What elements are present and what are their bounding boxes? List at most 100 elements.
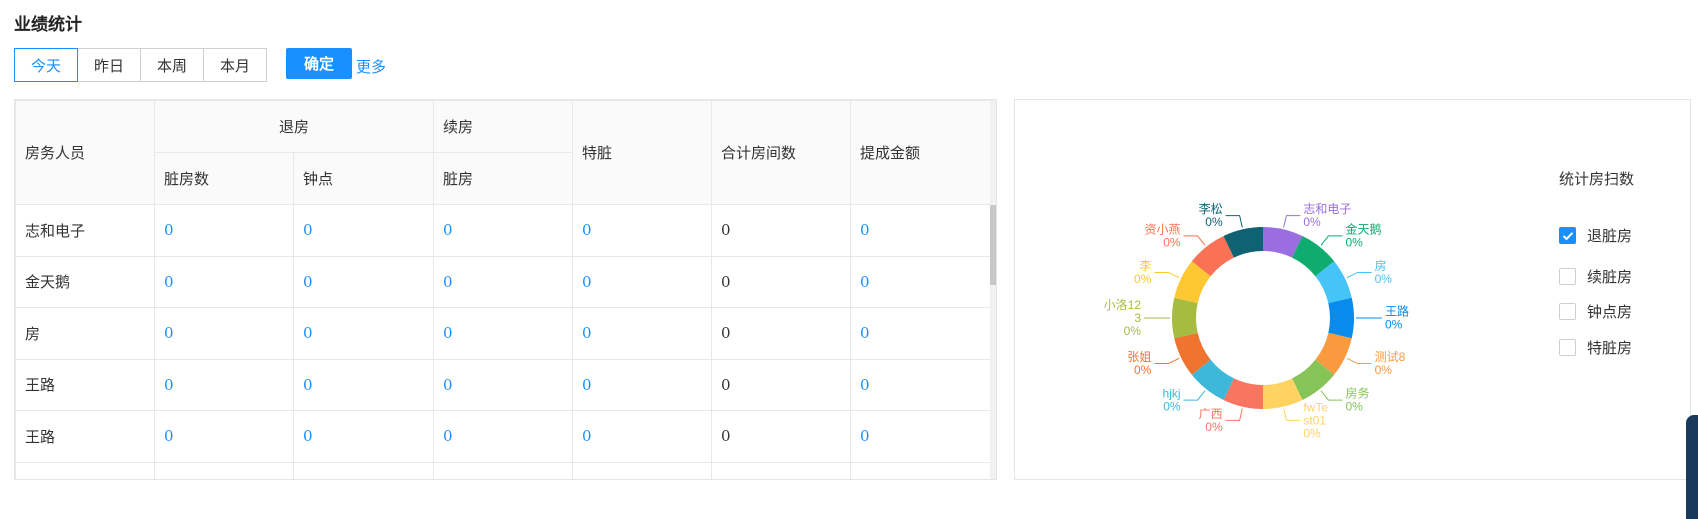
label-leader-line [1320,390,1343,401]
checkbox-label: 退脏房 [1587,227,1633,245]
cell-commission-link[interactable]: 0 [850,307,991,360]
table-row: 金天鹅 0 0 0 0 0 0 [15,255,991,308]
more-link[interactable]: 更多 [356,56,386,77]
cell-dirty-count-link[interactable]: 0 [154,307,294,360]
header-commission: 提成金额 [850,100,991,205]
slice-label: 志和电子 0% [1303,202,1351,229]
label-leader-line [1346,357,1372,365]
cell-dirty-count-link[interactable]: 0 [154,358,294,411]
filter-today-button[interactable]: 今天 [14,48,78,82]
donut-chart: 志和电子 0%金天鹅 0% 房 0% 王路 0% 测试8 0%房务 0% fwTe st01 0% 广西 0… [1104,201,1409,440]
slice-label: 张姐 0% [1127,350,1151,377]
slice-label: 测试8 0% [1375,349,1406,377]
checkbox-unchecked-icon[interactable] [1559,303,1576,320]
cell-dirty-count-link[interactable]: 0 [154,410,294,463]
table-row: 房 0 0 0 0 0 0 [15,307,991,360]
slice-label: 王路 0% [1385,304,1409,332]
cell-staff-name: 王路 [15,358,155,411]
checkbox-special-dirty[interactable]: 特脏房 [1559,337,1632,358]
cell-special-dirty-link[interactable]: 0 [572,410,712,463]
cell-special-dirty-link[interactable]: 0 [572,255,712,308]
slice-label: 李 0% [1134,258,1152,286]
cell-total-rooms: 0 [711,307,851,360]
cell-dirty-count-link[interactable]: 0 [154,204,294,257]
header-dirty-count: 脏房数 [154,152,294,205]
donut-slice[interactable] [1172,297,1198,339]
legend-title: 统计房扫数 [1559,170,1635,188]
table-scrollbar-thumb[interactable] [990,205,996,285]
label-leader-line [1225,408,1243,421]
slice-label: 房务 0% [1345,386,1369,414]
chart-panel: 志和电子 0% 金天鹅 0% 房 0% 王路 0% 测试8 0% 房务 0% fwTe st01 0% 广西 0… [1014,99,1691,480]
floating-side-tab[interactable] [1686,415,1698,519]
cell-hourly-link[interactable]: 0 [293,358,434,411]
cell-staff-name: 王路 [15,410,155,463]
table-row-partial [15,461,991,479]
cell-hourly-link[interactable]: 0 [293,204,434,257]
table-scrollbar-track[interactable] [990,100,996,479]
page-title: 业绩统计 [14,15,82,35]
slice-label: 金天鹅 0% [1345,221,1381,249]
slice-label: 小洛12 3 0% [1104,297,1142,338]
slice-label: 资小燕 0% [1145,222,1181,249]
cell-continue-dirty-link[interactable]: 0 [433,307,573,360]
cell-staff-name: 志和电子 [15,204,155,257]
table-row: 王路 0 0 0 0 0 0 [15,358,991,411]
checkbox-checkout-dirty[interactable]: 退脏房 [1559,225,1632,246]
cell-commission-link[interactable]: 0 [850,358,991,411]
cell-special-dirty-link[interactable]: 0 [572,307,712,360]
checkbox-label: 续脏房 [1587,268,1633,286]
label-leader-line [1346,271,1372,279]
label-leader-line [1225,215,1243,228]
header-total-rooms: 合计房间数 [711,100,851,205]
cell-special-dirty-link[interactable]: 0 [572,204,712,257]
header-hourly: 钟点 [293,152,434,205]
performance-table-panel: 房务人员 退房 续房 特脏 合计房间数 提成金额 脏房数 钟点 脏房 志和电子 … [14,99,997,480]
cell-commission-link[interactable]: 0 [850,410,991,463]
cell-dirty-count-link[interactable]: 0 [154,255,294,308]
slice-label: 李松 0% [1199,201,1223,229]
label-leader-line [1283,408,1301,421]
cell-continue-dirty-link[interactable]: 0 [433,358,573,411]
cell-hourly-link[interactable]: 0 [293,307,434,360]
checkbox-continue-dirty[interactable]: 续脏房 [1559,266,1632,287]
slice-label: fwTe st01 0% [1303,400,1328,440]
label-leader-line [1154,357,1180,365]
cell-hourly-link[interactable]: 0 [293,410,434,463]
performance-table: 房务人员 退房 续房 特脏 合计房间数 提成金额 脏房数 钟点 脏房 志和电子 … [15,100,991,479]
cell-continue-dirty-link[interactable]: 0 [433,204,573,257]
cell-staff-name: 金天鹅 [15,255,155,308]
confirm-button[interactable]: 确定 [286,48,352,79]
slice-label: 广西 0% [1199,407,1223,434]
filter-month-button[interactable]: 本月 [203,48,267,82]
cell-commission-link[interactable]: 0 [850,255,991,308]
checkbox-checked-icon[interactable] [1559,227,1576,244]
table-row: 志和电子 0 0 0 0 0 0 [15,204,991,257]
filter-week-button[interactable]: 本周 [140,48,204,82]
checkbox-hourly[interactable]: 钟点房 [1559,301,1632,322]
cell-hourly-link[interactable]: 0 [293,255,434,308]
cell-total-rooms: 0 [711,204,851,257]
cell-special-dirty-link[interactable]: 0 [572,358,712,411]
cell-total-rooms: 0 [711,358,851,411]
filter-yesterday-button[interactable]: 昨日 [77,48,141,82]
label-leader-line [1183,390,1206,401]
checkbox-label: 特脏房 [1587,339,1633,357]
checkbox-unchecked-icon[interactable] [1559,268,1576,285]
header-continue: 续房 [433,100,573,153]
slice-label: 房 0% [1375,258,1393,286]
label-leader-line [1154,271,1180,279]
label-leader-line [1183,235,1206,246]
date-range-selector: 今天 昨日 本周 本月 [14,48,267,82]
checkbox-unchecked-icon[interactable] [1559,339,1576,356]
header-checkout: 退房 [154,100,434,153]
header-continue-dirty: 脏房 [433,152,573,205]
checkbox-label: 钟点房 [1587,303,1633,321]
cell-commission-link[interactable]: 0 [850,204,991,257]
donut-slice[interactable] [1328,297,1354,339]
cell-continue-dirty-link[interactable]: 0 [433,410,573,463]
header-staff: 房务人员 [15,100,155,205]
cell-total-rooms: 0 [711,410,851,463]
cell-continue-dirty-link[interactable]: 0 [433,255,573,308]
header-special-dirty: 特脏 [572,100,712,205]
